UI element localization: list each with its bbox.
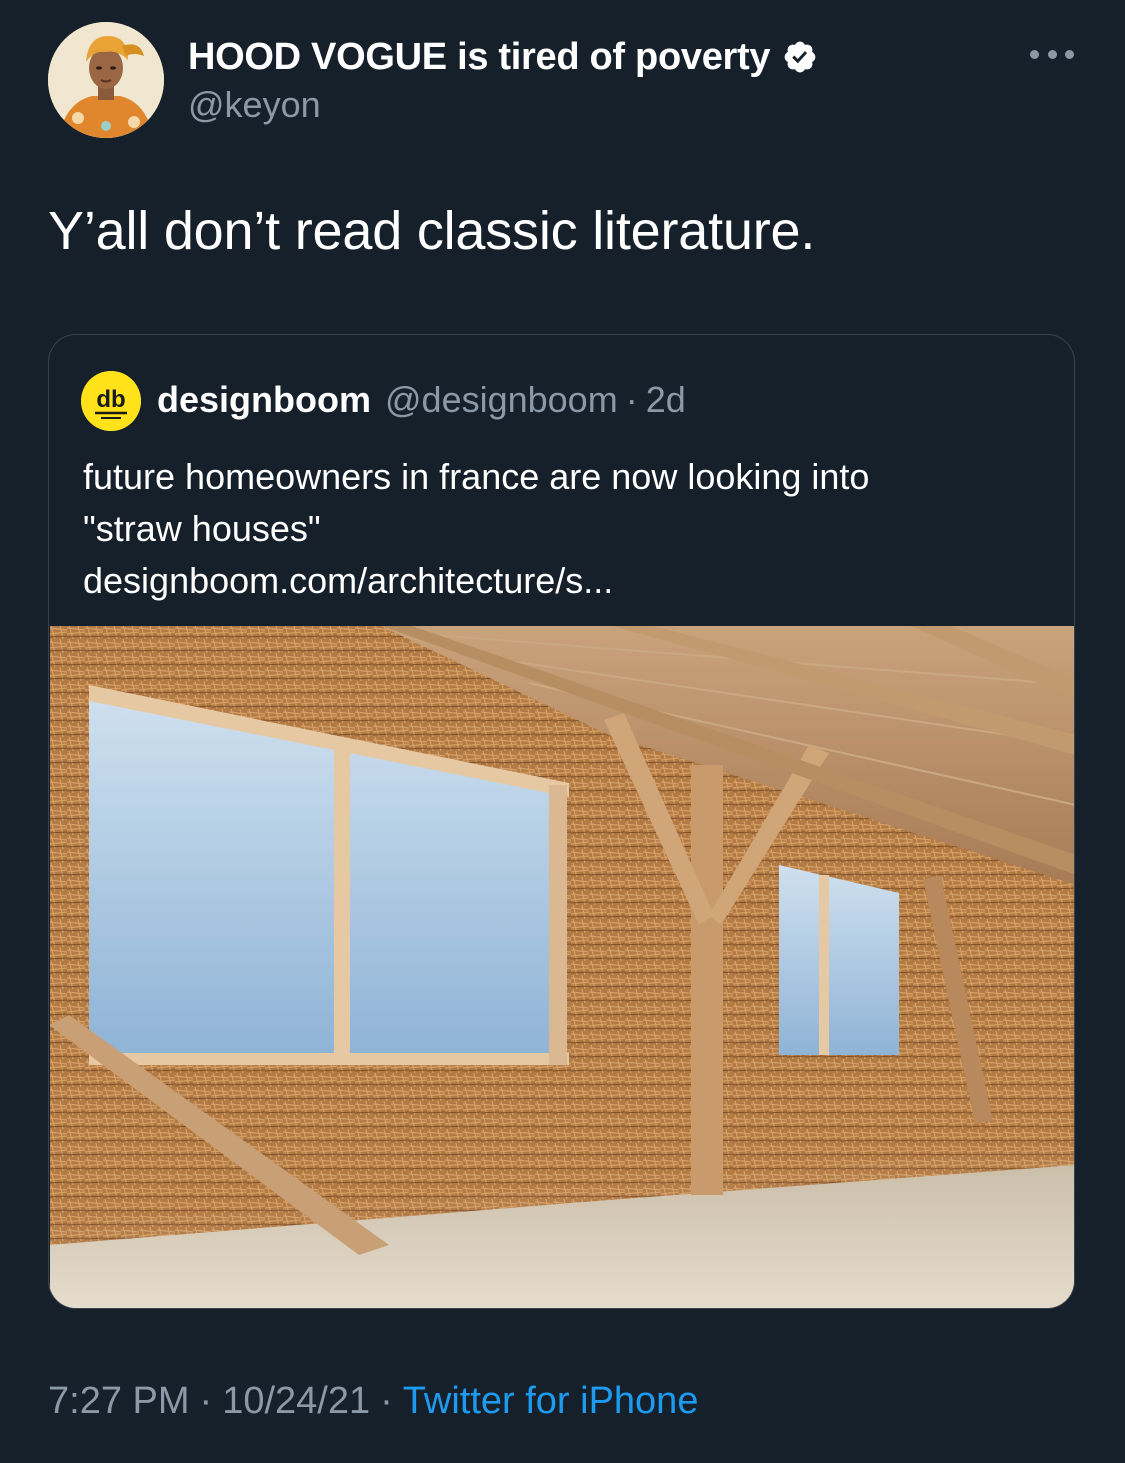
designboom-avatar[interactable]: db bbox=[81, 371, 141, 431]
quoted-handle[interactable]: @designboom bbox=[385, 379, 618, 421]
author-avatar[interactable] bbox=[48, 22, 164, 138]
more-dot bbox=[1065, 49, 1074, 59]
quoted-tweet-card[interactable]: db designboom @designboom · 2d future ho… bbox=[48, 334, 1075, 1309]
tweet-time[interactable]: 7:27 PM bbox=[48, 1380, 190, 1423]
tweet-text: Y’all don’t read classic literature. bbox=[48, 201, 816, 261]
meta-separator: · bbox=[199, 1380, 213, 1422]
quoted-tweet-text: future homeowners in france are now look… bbox=[83, 451, 1043, 607]
quoted-text-line: "straw houses" bbox=[83, 508, 321, 549]
designboom-logo-icon: db bbox=[81, 371, 141, 431]
author-display-name[interactable]: HOOD VOGUE is tired of poverty bbox=[188, 36, 771, 79]
tweet-source-link[interactable]: Twitter for iPhone bbox=[403, 1380, 699, 1423]
author-name-row[interactable]: HOOD VOGUE is tired of poverty bbox=[188, 34, 818, 80]
quoted-separator: · bbox=[625, 379, 638, 420]
straw-house-photo[interactable] bbox=[49, 624, 1074, 1308]
author-handle[interactable]: @keyon bbox=[188, 84, 321, 126]
quoted-display-name[interactable]: designboom bbox=[157, 379, 371, 421]
more-dot bbox=[1047, 49, 1057, 59]
verified-badge-icon bbox=[782, 39, 818, 75]
quoted-text-link[interactable]: designboom.com/architecture/s... bbox=[83, 555, 1043, 607]
more-dots-icon[interactable] bbox=[1030, 44, 1074, 64]
avatar-illustration-icon bbox=[48, 22, 164, 138]
quoted-author-row: designboom @designboom · 2d bbox=[157, 379, 686, 421]
svg-text:db: db bbox=[96, 386, 125, 413]
quoted-timestamp[interactable]: 2d bbox=[646, 379, 686, 421]
tweet-date[interactable]: 10/24/21 bbox=[222, 1380, 370, 1423]
more-dot bbox=[1030, 49, 1039, 59]
quoted-text-line: future homeowners in france are now look… bbox=[83, 456, 870, 497]
tweet-meta: 7:27 PM · 10/24/21 · Twitter for iPhone bbox=[48, 1380, 698, 1423]
meta-separator: · bbox=[380, 1380, 393, 1422]
tweet-detail: HOOD VOGUE is tired of poverty @keyon Y’… bbox=[0, 0, 1125, 1463]
